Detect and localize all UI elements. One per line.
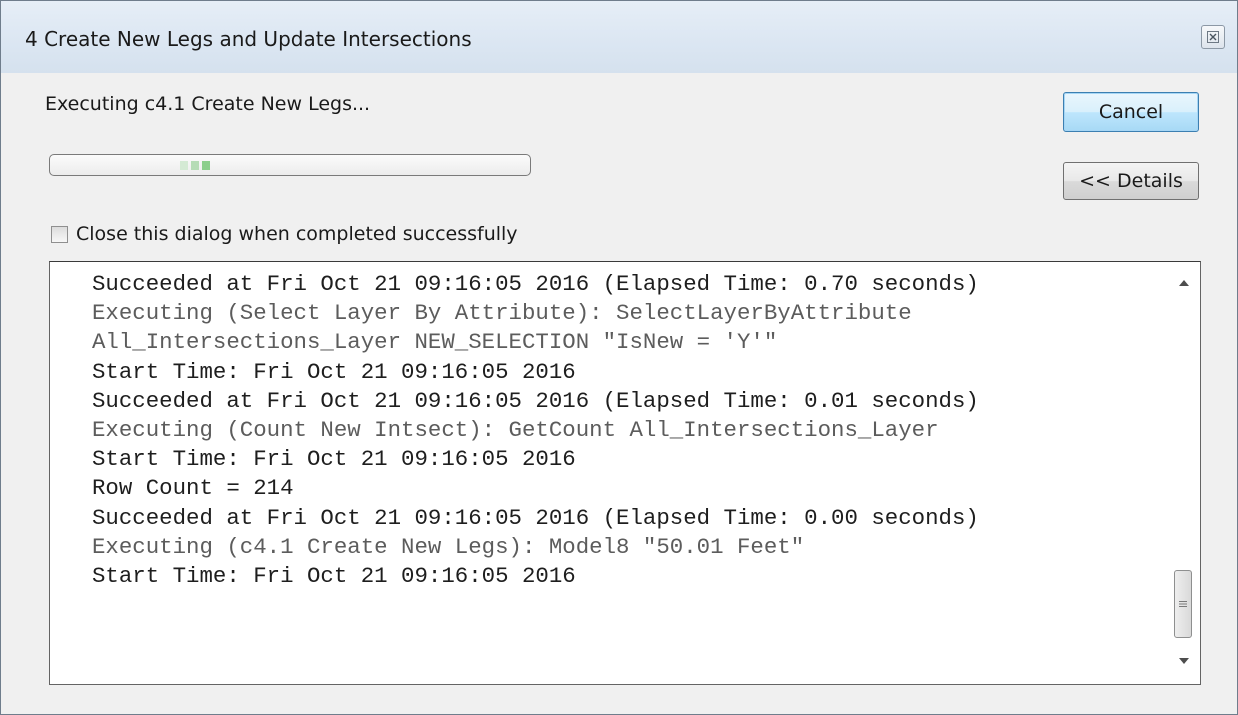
progress-chunk xyxy=(202,161,210,170)
cancel-button[interactable]: Cancel xyxy=(1063,92,1199,132)
title-bar[interactable]: 4 Create New Legs and Update Intersectio… xyxy=(1,1,1237,73)
log-line: Succeeded at Fri Oct 21 09:16:05 2016 (E… xyxy=(92,387,979,414)
details-button[interactable]: << Details xyxy=(1063,162,1199,200)
log-scrollbar[interactable] xyxy=(1168,262,1200,684)
log-line: Executing (c4.1 Create New Legs): Model8… xyxy=(92,533,805,560)
log-line: Executing (Select Layer By Attribute): S… xyxy=(92,300,912,327)
log-line: Start Time: Fri Oct 21 09:16:05 2016 xyxy=(92,358,576,385)
progress-chunk xyxy=(191,161,199,170)
window-title: 4 Create New Legs and Update Intersectio… xyxy=(25,27,472,51)
log-lines: Succeeded at Fri Oct 21 09:16:05 2016 (E… xyxy=(92,270,1166,591)
scroll-down-button[interactable] xyxy=(1168,648,1200,674)
log-line: Start Time: Fri Oct 21 09:16:05 2016 xyxy=(92,562,576,589)
scroll-up-button[interactable] xyxy=(1168,270,1200,296)
log-line: All_Intersections_Layer NEW_SELECTION "I… xyxy=(92,329,778,356)
scroll-thumb[interactable] xyxy=(1174,570,1192,638)
dialog-content: Executing c4.1 Create New Legs... Cancel… xyxy=(9,73,1229,706)
log-line: Executing (Count New Intsect): GetCount … xyxy=(92,416,939,443)
log-line: Succeeded at Fri Oct 21 09:16:05 2016 (E… xyxy=(92,271,979,297)
status-text: Executing c4.1 Create New Legs... xyxy=(45,93,371,115)
log-line: Row Count = 214 xyxy=(92,475,294,502)
message-log[interactable]: Succeeded at Fri Oct 21 09:16:05 2016 (E… xyxy=(49,261,1201,685)
scroll-up-arrow-icon xyxy=(1179,280,1189,286)
close-on-complete-checkbox[interactable] xyxy=(51,225,68,243)
scroll-grip-icon xyxy=(1179,601,1187,607)
close-button[interactable] xyxy=(1201,25,1225,49)
close-on-complete-option[interactable]: Close this dialog when completed success… xyxy=(51,223,518,245)
scroll-down-arrow-icon xyxy=(1179,658,1189,664)
progress-bar xyxy=(49,154,531,176)
close-on-complete-label[interactable]: Close this dialog when completed success… xyxy=(76,223,518,245)
progress-chunk xyxy=(180,161,188,170)
geoprocessing-dialog: 4 Create New Legs and Update Intersectio… xyxy=(0,0,1238,715)
log-line: Start Time: Fri Oct 21 09:16:05 2016 xyxy=(92,446,576,473)
log-line: Succeeded at Fri Oct 21 09:16:05 2016 (E… xyxy=(92,504,979,531)
close-icon xyxy=(1207,31,1219,43)
